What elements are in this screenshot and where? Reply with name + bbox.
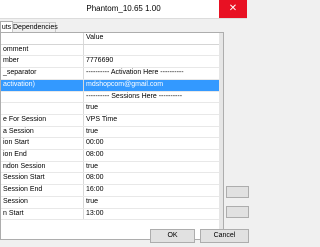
table-row[interactable]: n Start 13:00 [1, 208, 219, 221]
table-row[interactable]: ndon Session true [1, 161, 219, 174]
row-name [1, 91, 84, 104]
table-row[interactable]: Session true [1, 196, 219, 209]
row-value[interactable]: VPS Time [83, 114, 219, 127]
row-name: a Session [1, 126, 84, 139]
row-value[interactable]: true [83, 161, 219, 174]
row-value[interactable]: true [83, 196, 219, 209]
title-bar: Phantom_10.65 1.00 ✕ [0, 0, 247, 19]
cancel-button[interactable]: Cancel [200, 229, 249, 243]
row-value[interactable]: 7776690 [83, 55, 219, 69]
table-row-selected[interactable]: activation) mdshopcom@gmail.com [1, 79, 219, 92]
row-name: e For Session [1, 114, 84, 127]
row-value[interactable]: 13:00 [83, 208, 219, 221]
table-row[interactable]: ion Start 00:00 [1, 137, 219, 151]
table-row[interactable]: Session End 16:00 [1, 184, 219, 197]
table-row[interactable]: ion End 08:00 [1, 149, 219, 162]
row-value[interactable]: mdshopcom@gmail.com [83, 79, 219, 92]
row-name: ion Start [1, 137, 84, 151]
row-name: n Start [1, 208, 84, 221]
load-button[interactable] [226, 186, 249, 198]
row-name: ion End [1, 149, 84, 162]
inputs-panel: Value omment mber 7776690 _separator ---… [0, 32, 224, 240]
table-row[interactable]: e For Session VPS Time [1, 114, 219, 127]
row-name: ndon Session [1, 161, 84, 174]
header-variable [1, 33, 84, 45]
inputs-table: Value omment mber 7776690 _separator ---… [1, 33, 219, 221]
row-name: activation) [1, 79, 84, 92]
header-value: Value [83, 33, 219, 45]
table-row[interactable]: true [1, 102, 219, 115]
row-name [1, 102, 84, 115]
row-name: Session End [1, 184, 84, 197]
ok-button[interactable]: OK [150, 229, 195, 243]
row-value[interactable]: ---------- Activation Here ---------- [83, 67, 219, 80]
table-header: Value [1, 33, 219, 45]
row-value[interactable]: 16:00 [83, 184, 219, 197]
row-name: mber [1, 55, 84, 69]
save-button[interactable] [226, 206, 249, 218]
row-name: Session Start [1, 172, 84, 186]
window-title: Phantom_10.65 1.00 [86, 4, 161, 13]
row-value[interactable]: true [83, 102, 219, 115]
row-value[interactable] [83, 44, 219, 57]
row-value[interactable]: true [83, 126, 219, 139]
table-row[interactable]: mber 7776690 [1, 55, 219, 69]
row-name: Session [1, 196, 84, 209]
row-value[interactable]: ---------- Sessions Here ---------- [83, 91, 219, 104]
table-row[interactable]: a Session true [1, 126, 219, 139]
row-value[interactable]: 08:00 [83, 172, 219, 186]
table-row[interactable]: ---------- Sessions Here ---------- [1, 91, 219, 104]
row-name: omment [1, 44, 84, 57]
table-row[interactable]: _separator ---------- Activation Here --… [1, 67, 219, 80]
close-icon[interactable]: ✕ [219, 0, 247, 18]
vertical-scrollbar[interactable] [219, 33, 223, 239]
row-value[interactable]: 00:00 [83, 137, 219, 151]
table-row[interactable]: Session Start 08:00 [1, 172, 219, 186]
table-row[interactable]: omment [1, 44, 219, 57]
row-name: _separator [1, 67, 84, 80]
row-value[interactable]: 08:00 [83, 149, 219, 162]
